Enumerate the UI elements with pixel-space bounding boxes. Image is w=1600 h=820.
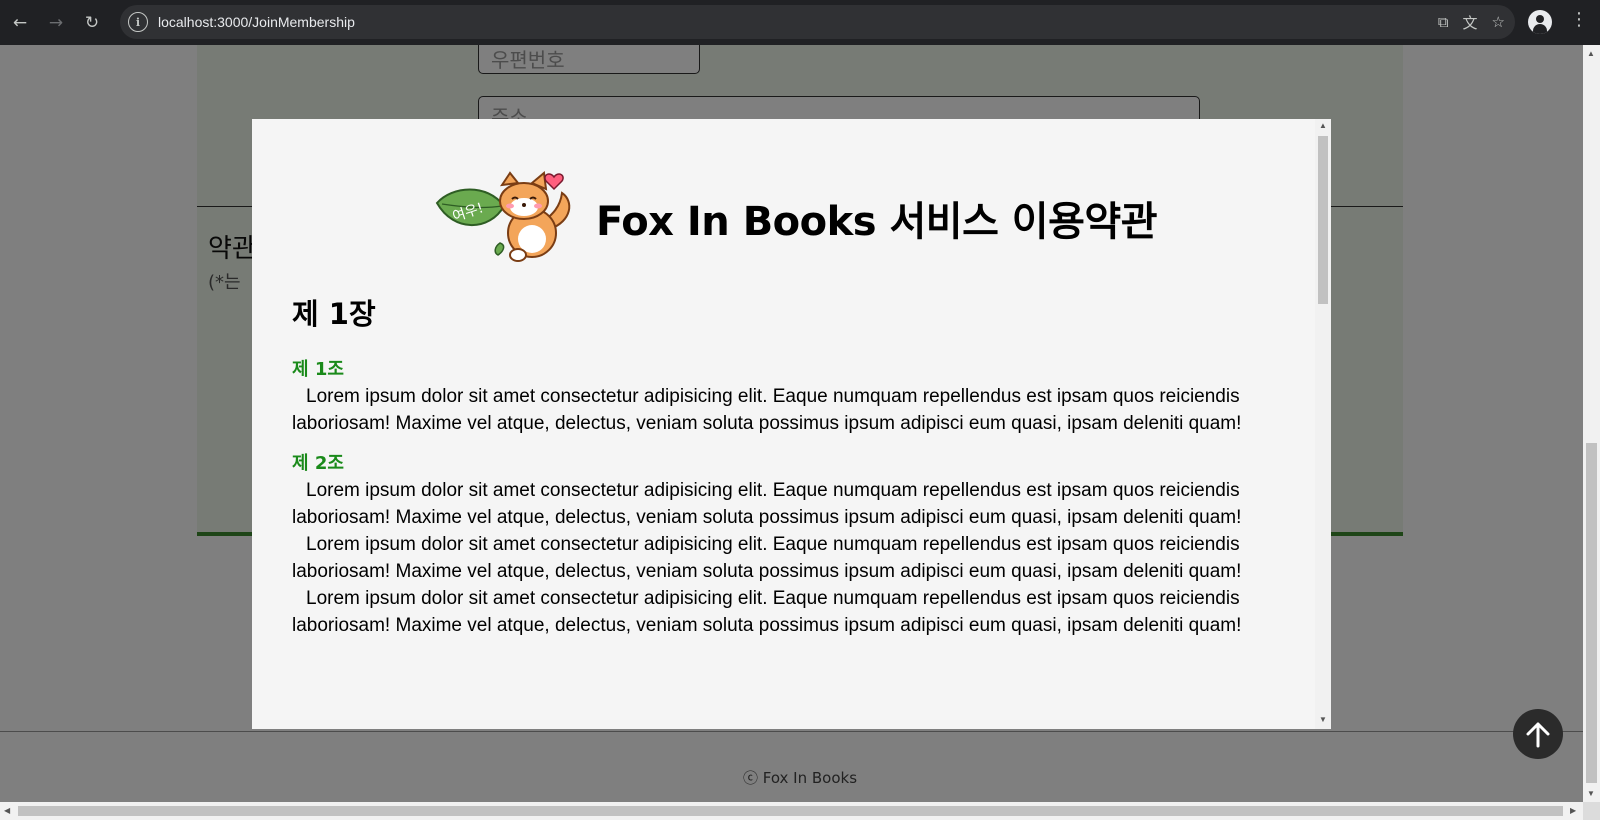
page-horizontal-scrollbar[interactable]: ◀ ▶ bbox=[0, 802, 1583, 820]
address-bar[interactable]: i localhost:3000/JoinMembership ⧉ 文 ☆ bbox=[120, 5, 1515, 39]
terms-modal: 여우! Fox In Books 서비스 이용약관 제 1장 제 1조 Lore… bbox=[252, 119, 1331, 729]
article-paragraph: Lorem ipsum dolor sit amet consectetur a… bbox=[292, 534, 1242, 582]
scrollbar-corner bbox=[1583, 802, 1600, 820]
back-button[interactable]: ← bbox=[4, 7, 36, 39]
article-paragraph: Lorem ipsum dolor sit amet consectetur a… bbox=[292, 480, 1242, 528]
arrow-up-icon bbox=[1526, 722, 1550, 748]
article-item: 제 2조 Lorem ipsum dolor sit amet consecte… bbox=[292, 451, 1262, 639]
reload-button[interactable]: ↻ bbox=[76, 7, 108, 39]
modal-scrollbar[interactable]: ▲ ▼ bbox=[1315, 119, 1331, 729]
page-vertical-scrollbar[interactable]: ▲ ▼ bbox=[1583, 45, 1600, 802]
scroll-up-icon[interactable]: ▲ bbox=[1319, 121, 1327, 130]
translate-icon[interactable]: 文 bbox=[1463, 12, 1478, 33]
install-app-icon[interactable]: ⧉ bbox=[1438, 13, 1449, 31]
browser-toolbar: ← → ↻ i localhost:3000/JoinMembership ⧉ … bbox=[0, 0, 1600, 45]
profile-avatar-icon[interactable] bbox=[1528, 10, 1552, 34]
article-title: 제 1조 bbox=[292, 359, 344, 380]
scroll-left-icon[interactable]: ◀ bbox=[4, 806, 10, 815]
url-text[interactable]: localhost:3000/JoinMembership bbox=[158, 14, 355, 30]
chapter-title: 제 1장 bbox=[292, 297, 376, 331]
arrow-right-icon: → bbox=[48, 12, 64, 33]
modal-scrollbar-thumb[interactable] bbox=[1318, 136, 1328, 304]
bookmark-star-icon[interactable]: ☆ bbox=[1492, 13, 1505, 31]
scroll-down-icon[interactable]: ▼ bbox=[1587, 789, 1595, 798]
forward-button[interactable]: → bbox=[40, 7, 72, 39]
page-hscrollbar-thumb[interactable] bbox=[18, 806, 1563, 816]
reload-icon: ↻ bbox=[84, 12, 100, 33]
article-paragraph: Lorem ipsum dolor sit amet consectetur a… bbox=[292, 588, 1242, 636]
modal-title: Fox In Books 서비스 이용약관 bbox=[596, 199, 1158, 245]
modal-header: 여우! Fox In Books 서비스 이용약관 bbox=[252, 171, 1315, 267]
article-paragraph: Lorem ipsum dolor sit amet consectetur a… bbox=[292, 386, 1242, 434]
browser-menu-icon[interactable]: ⋮ bbox=[1570, 9, 1588, 30]
scroll-up-icon[interactable]: ▲ bbox=[1587, 49, 1595, 58]
scroll-right-icon[interactable]: ▶ bbox=[1570, 806, 1576, 815]
fox-mascot-logo: 여우! bbox=[435, 171, 571, 262]
site-info-icon[interactable]: i bbox=[128, 12, 148, 32]
scroll-to-top-button[interactable] bbox=[1513, 709, 1563, 759]
page-scrollbar-thumb[interactable] bbox=[1586, 443, 1597, 783]
article-item: 제 1조 Lorem ipsum dolor sit amet consecte… bbox=[292, 357, 1262, 437]
arrow-left-icon: ← bbox=[12, 12, 28, 33]
terms-content: 제 1장 제 1조 Lorem ipsum dolor sit amet con… bbox=[292, 291, 1262, 653]
article-title: 제 2조 bbox=[292, 453, 344, 474]
scroll-down-icon[interactable]: ▼ bbox=[1319, 715, 1327, 724]
